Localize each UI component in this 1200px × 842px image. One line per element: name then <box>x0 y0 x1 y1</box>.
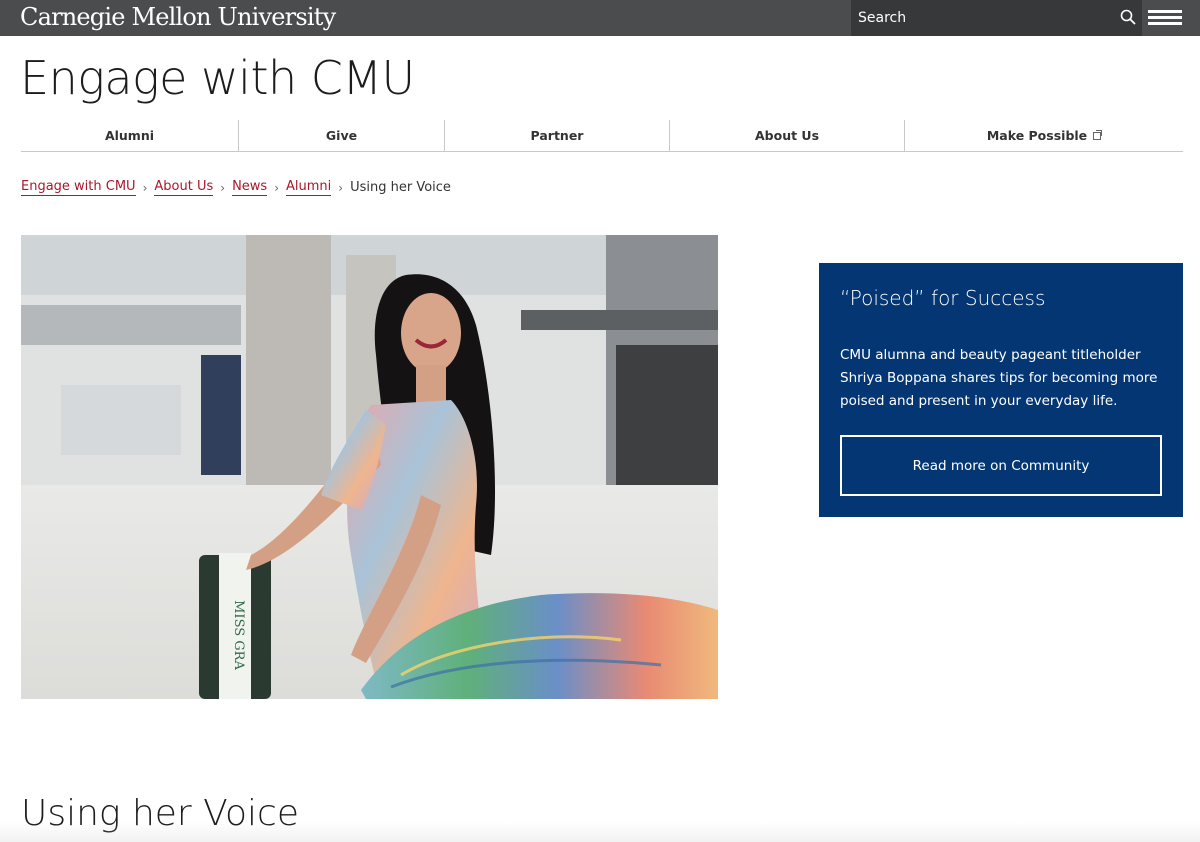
breadcrumb: Engage with CMU › About Us › News › Alum… <box>21 179 451 196</box>
site-title[interactable]: Engage with CMU <box>20 50 415 106</box>
search-input[interactable] <box>851 0 1111 36</box>
nav-item-partner[interactable]: Partner <box>445 120 670 151</box>
bottom-fade <box>0 822 1200 842</box>
nav-item-label: Alumni <box>104 128 155 143</box>
breadcrumb-link-engage[interactable]: Engage with CMU <box>21 179 136 196</box>
sash-text: MISS GRA <box>231 600 246 670</box>
section-nav: Alumni Give Partner About Us Make Possib… <box>21 120 1183 152</box>
breadcrumb-current: Using her Voice <box>350 180 451 195</box>
breadcrumb-separator: › <box>338 180 344 195</box>
breadcrumb-separator: › <box>274 180 280 195</box>
card-description: CMU alumna and beauty pageant titleholde… <box>840 347 1158 409</box>
external-link-icon <box>1093 129 1103 140</box>
hero-photo-illustration: MISS GRA <box>21 235 718 699</box>
nav-item-about-us[interactable]: About Us <box>670 120 905 151</box>
nav-item-make-possible[interactable]: Make Possible <box>905 120 1183 151</box>
search-icon[interactable] <box>1120 9 1136 25</box>
search-box[interactable] <box>851 0 1142 36</box>
nav-item-label: About Us <box>754 128 820 143</box>
card-title: “Poised” for Success <box>840 286 1046 310</box>
hamburger-menu-icon[interactable] <box>1148 10 1182 26</box>
breadcrumb-link-alumni[interactable]: Alumni <box>286 179 332 196</box>
top-bar: Carnegie Mellon University <box>0 0 1200 36</box>
read-more-button[interactable]: Read more on Community <box>840 435 1162 496</box>
breadcrumb-separator: › <box>220 180 226 195</box>
feature-card: “Poised” for Success CMU alumna and beau… <box>819 263 1183 517</box>
hero-photo: MISS GRA <box>21 235 718 699</box>
nav-item-label: Make Possible <box>986 128 1088 143</box>
breadcrumb-link-about-us[interactable]: About Us <box>154 179 214 196</box>
nav-item-alumni[interactable]: Alumni <box>21 120 239 151</box>
nav-item-label: Partner <box>530 128 584 143</box>
nav-item-give[interactable]: Give <box>239 120 445 151</box>
cmu-wordmark-logo[interactable]: Carnegie Mellon University <box>20 2 336 32</box>
nav-item-label: Give <box>325 128 358 143</box>
breadcrumb-link-news[interactable]: News <box>232 179 268 196</box>
breadcrumb-separator: › <box>142 180 148 195</box>
